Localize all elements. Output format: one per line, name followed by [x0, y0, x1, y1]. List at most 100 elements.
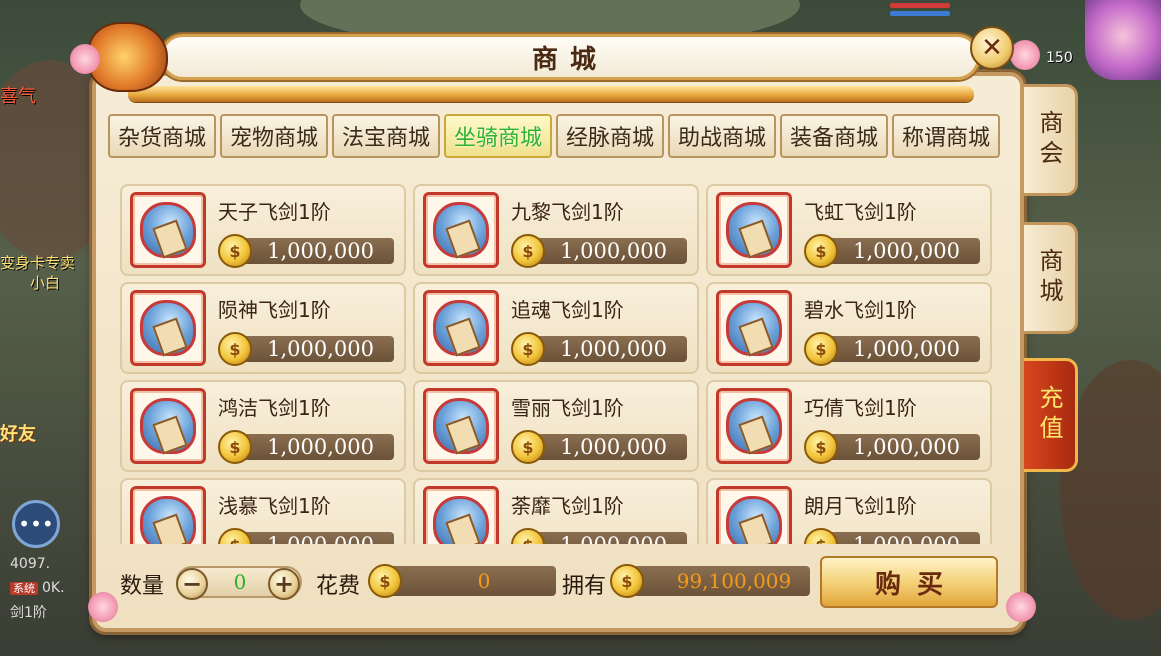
item-card[interactable]: 陨神飞剑1阶 1,000,000 $	[120, 282, 406, 374]
side-tab-recharge[interactable]: 充值	[1024, 358, 1078, 472]
item-price: 1,000,000	[853, 337, 960, 361]
tab-treasure[interactable]: 法宝商城	[332, 114, 440, 158]
hp-bar	[890, 3, 950, 8]
side-tab-guild-shop[interactable]: 商会	[1024, 84, 1078, 196]
flower-icon	[88, 592, 118, 622]
item-card[interactable]: 碧水飞剑1阶 1,000,000 $	[706, 282, 992, 374]
page-title: 商城	[531, 44, 608, 75]
item-card[interactable]: 九黎飞剑1阶 1,000,000 $	[413, 184, 699, 276]
player-avatar[interactable]	[1085, 0, 1161, 80]
flying-sword-icon	[433, 202, 489, 258]
item-price: 1,000,000	[853, 239, 960, 263]
item-name: 荼靡飞剑1阶	[511, 494, 624, 518]
item-icon-frame	[423, 388, 499, 464]
gold-coin-icon: $	[804, 430, 838, 464]
tab-meridian[interactable]: 经脉商城	[556, 114, 664, 158]
owned-value-box: 99,100,009	[630, 566, 810, 596]
flying-sword-icon	[726, 496, 782, 544]
tab-assist[interactable]: 助战商城	[668, 114, 776, 158]
quantity-label: 数量	[120, 574, 165, 599]
flower-icon	[70, 44, 100, 74]
item-icon-frame	[130, 290, 206, 366]
system-tag: 系统	[10, 582, 38, 595]
buy-button[interactable]: 购买	[820, 556, 998, 608]
close-button[interactable]: ✕	[970, 26, 1014, 70]
item-price: 1,000,000	[267, 239, 374, 263]
purchase-bar: 数量 − 0 + 花费 0 $ 拥有 99,100,009 $ 购买	[120, 556, 1000, 612]
item-price: 1,000,000	[853, 435, 960, 459]
item-list[interactable]: 天子飞剑1阶 1,000,000 $ 九黎飞剑1阶 1,000,000 $ 飞虹飞剑1阶 1,…	[120, 184, 996, 544]
item-card[interactable]: 朗月飞剑1阶 1,000,000 $	[706, 478, 992, 544]
item-name: 九黎飞剑1阶	[511, 200, 624, 224]
item-price-box: 1,000,000	[242, 434, 394, 460]
item-card[interactable]: 追魂飞剑1阶 1,000,000 $	[413, 282, 699, 374]
flying-sword-icon	[726, 398, 782, 454]
item-price: 1,000,000	[853, 533, 960, 544]
title-beam	[128, 86, 974, 102]
mp-bar	[890, 11, 950, 16]
scene-banner: 喜气	[0, 86, 36, 107]
item-grid: 天子飞剑1阶 1,000,000 $ 九黎飞剑1阶 1,000,000 $ 飞虹飞剑1阶 1,…	[120, 184, 996, 544]
flower-icon	[1010, 40, 1040, 70]
gold-coin-icon: $	[804, 332, 838, 366]
gold-coin-icon: $	[218, 332, 252, 366]
item-price-box: 1,000,000	[242, 238, 394, 264]
minus-button[interactable]: −	[176, 568, 208, 600]
item-name: 碧水飞剑1阶	[804, 298, 917, 322]
item-icon-frame	[716, 388, 792, 464]
quantity-value[interactable]: 0	[224, 570, 256, 594]
item-card[interactable]: 巧倩飞剑1阶 1,000,000 $	[706, 380, 992, 472]
item-card[interactable]: 浅慕飞剑1阶 1,000,000 $	[120, 478, 406, 544]
tab-equipment[interactable]: 装备商城	[780, 114, 888, 158]
gold-coin-icon: $	[218, 234, 252, 268]
category-tabs: 杂货商城 宠物商城 法宝商城 坐骑商城 经脉商城 助战商城 装备商城 称谓商城	[108, 114, 1000, 158]
item-price: 1,000,000	[560, 435, 667, 459]
item-icon-frame	[130, 486, 206, 544]
chat-icon[interactable]: •••	[12, 500, 60, 548]
item-price-box: 1,000,000	[535, 434, 687, 460]
npc-subname: 小白	[30, 274, 61, 292]
item-icon-frame	[716, 486, 792, 544]
tab-pet[interactable]: 宠物商城	[220, 114, 328, 158]
item-price-box: 1,000,000	[828, 532, 980, 544]
tab-title[interactable]: 称谓商城	[892, 114, 1000, 158]
item-card[interactable]: 飞虹飞剑1阶 1,000,000 $	[706, 184, 992, 276]
item-card[interactable]: 雪丽飞剑1阶 1,000,000 $	[413, 380, 699, 472]
item-price-box: 1,000,000	[828, 336, 980, 362]
item-card[interactable]: 天子飞剑1阶 1,000,000 $	[120, 184, 406, 276]
title-bar: 商城	[160, 34, 980, 80]
cost-label: 花费	[316, 574, 361, 599]
item-icon-frame	[716, 192, 792, 268]
gold-coin-icon: $	[511, 528, 545, 544]
item-card[interactable]: 鸿洁飞剑1阶 1,000,000 $	[120, 380, 406, 472]
tab-mount[interactable]: 坐骑商城	[444, 114, 552, 158]
own-label: 拥有	[562, 574, 607, 599]
item-name: 飞虹飞剑1阶	[804, 200, 917, 224]
side-tab-shop[interactable]: 商城	[1024, 222, 1078, 334]
mascot-icon	[88, 22, 168, 92]
chat-line: 系统 0K.	[10, 576, 65, 601]
item-card[interactable]: 荼靡飞剑1阶 1,000,000 $	[413, 478, 699, 544]
plus-button[interactable]: +	[268, 568, 300, 600]
flower-icon	[1006, 592, 1036, 622]
item-price: 1,000,000	[267, 337, 374, 361]
npc-name: 变身卡专卖	[0, 254, 76, 272]
flying-sword-icon	[140, 300, 196, 356]
flying-sword-icon	[433, 300, 489, 356]
gold-coin-icon: $	[511, 332, 545, 366]
flying-sword-icon	[433, 496, 489, 544]
cost-value: 0	[477, 569, 491, 593]
item-price-box: 1,000,000	[828, 434, 980, 460]
friend-button[interactable]: 好友	[0, 420, 75, 480]
owned-value: 99,100,009	[676, 569, 792, 593]
flying-sword-icon	[726, 202, 782, 258]
item-name: 追魂飞剑1阶	[511, 298, 624, 322]
flying-sword-icon	[433, 398, 489, 454]
item-icon-frame	[130, 192, 206, 268]
item-name: 鸿洁飞剑1阶	[218, 396, 331, 420]
item-price: 1,000,000	[560, 533, 667, 544]
item-price-box: 1,000,000	[242, 532, 394, 544]
item-name: 天子飞剑1阶	[218, 200, 331, 224]
item-price: 1,000,000	[267, 533, 374, 544]
tab-grocery[interactable]: 杂货商城	[108, 114, 216, 158]
